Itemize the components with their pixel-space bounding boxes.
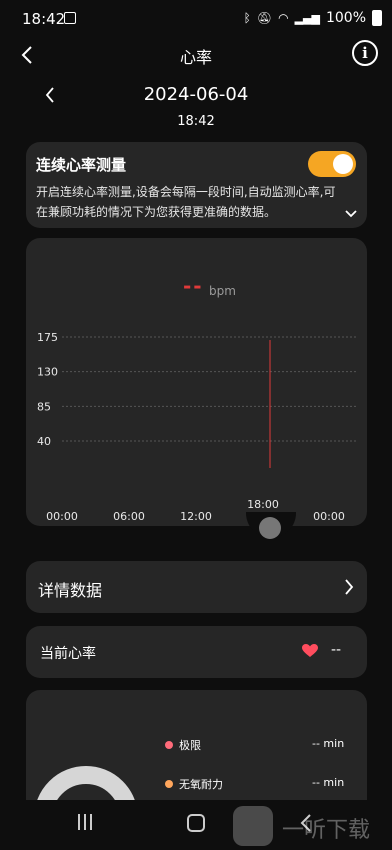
- x-tick-label: 00:00: [313, 510, 345, 523]
- expand-button[interactable]: [344, 204, 358, 218]
- gallery-icon: [64, 12, 76, 24]
- x-axis-labels: 00:00 06:00 12:00 18:00 00:00: [46, 498, 345, 523]
- zone-value: -- min: [312, 737, 345, 750]
- time-cursor-handle[interactable]: [259, 517, 281, 539]
- mute-icon: 🔕︎: [256, 11, 273, 25]
- toggle-knob: [333, 154, 353, 174]
- heart-rate-chart: 175 130 85 40 00:00 06:00 12:00 18:00 00:00: [37, 331, 356, 523]
- recent-apps-icon: [78, 814, 80, 830]
- selected-date: 2024-06-04: [143, 84, 249, 105]
- detail-data-label: 详情数据: [38, 581, 103, 600]
- watermark-logo: [233, 806, 273, 846]
- battery-text: 100%: [325, 10, 366, 26]
- wifi-icon: ◠: [278, 11, 289, 25]
- signal-icon: ▂▄▆: [294, 11, 320, 25]
- page-title: 心率: [179, 48, 212, 67]
- x-tick-label: 00:00: [46, 510, 78, 523]
- home-button[interactable]: [187, 814, 205, 832]
- y-tick-label: 85: [37, 400, 51, 413]
- navigation-bar: 一听下载: [0, 800, 392, 850]
- continuous-hr-card: 连续心率测量 开启连续心率测量,设备会每隔一段时间,自动监测心率,可在兼顾功耗的…: [26, 142, 367, 228]
- current-hr-label: 当前心率: [40, 646, 96, 662]
- selected-time: 18:42: [177, 114, 215, 129]
- info-button[interactable]: i: [352, 40, 378, 66]
- current-hr-value: --: [331, 642, 342, 658]
- continuous-hr-title: 连续心率测量: [36, 156, 127, 174]
- status-time: 18:42: [22, 10, 66, 28]
- x-tick-label: 06:00: [113, 510, 145, 523]
- zone-label: 极限: [179, 739, 201, 752]
- battery-icon: [372, 10, 382, 26]
- info-icon: i: [362, 44, 368, 62]
- continuous-hr-toggle[interactable]: [308, 151, 356, 177]
- zone-value: -- min: [312, 776, 345, 789]
- y-axis-labels: 175 130 85 40: [37, 331, 58, 448]
- heart-icon: [302, 644, 318, 657]
- y-tick-label: 175: [37, 331, 58, 344]
- y-tick-label: 130: [37, 366, 58, 379]
- recent-apps-button[interactable]: [78, 814, 96, 832]
- y-tick-label: 40: [37, 435, 51, 448]
- zone-dot: [165, 780, 173, 788]
- cursor-time-label: 18:00: [247, 498, 279, 511]
- chevron-down-icon: [345, 210, 357, 218]
- status-icons: ᛒ 🔕︎ ◠ ▂▄▆ 100%: [244, 10, 382, 26]
- x-tick-label: 12:00: [180, 510, 212, 523]
- continuous-hr-description: 开启连续心率测量,设备会每隔一段时间,自动监测心率,可在兼顾功耗的情况下为您获得…: [36, 185, 336, 219]
- current-hr-row: 当前心率 --: [26, 626, 367, 678]
- chart-card: -- bpm 175 130 85 40 00:00 06:00 12:00 18:00 00…: [26, 238, 367, 526]
- chart-grid: [62, 336, 356, 442]
- zone-dot: [165, 741, 173, 749]
- zone-label: 无氧耐力: [179, 778, 223, 791]
- bluetooth-icon: ᛒ: [243, 11, 251, 25]
- detail-data-row[interactable]: 详情数据: [26, 561, 367, 613]
- status-bar: 18:42 ᛒ 🔕︎ ◠ ▂▄▆ 100%: [0, 0, 392, 38]
- chevron-right-icon: [345, 579, 354, 595]
- watermark-text: 一听下载: [282, 818, 371, 843]
